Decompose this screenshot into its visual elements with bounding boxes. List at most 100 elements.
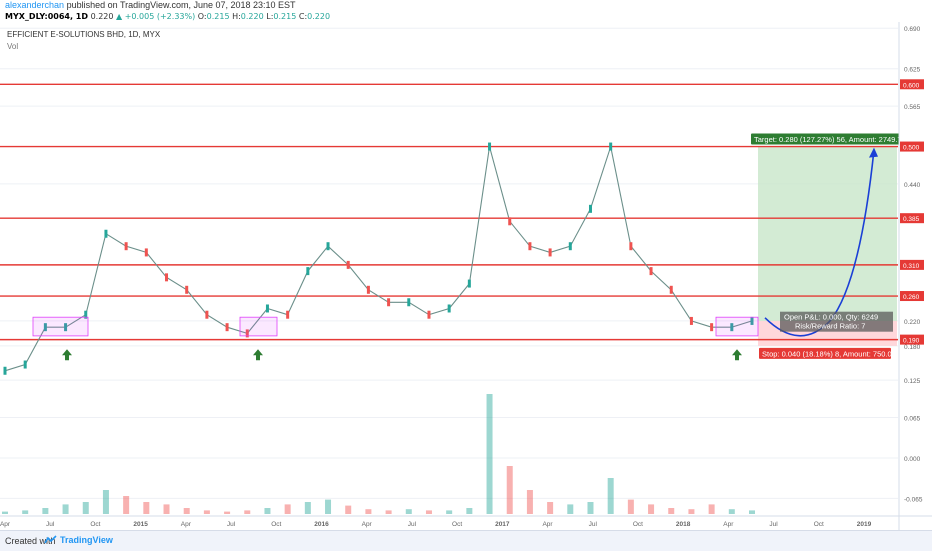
close-label: C:: [298, 12, 308, 21]
price-candle: [568, 242, 572, 251]
price-candle: [286, 310, 290, 319]
volume-bar: [728, 509, 735, 514]
volume-bar: [203, 510, 210, 514]
volume-bar: [425, 510, 432, 514]
price-candle: [447, 304, 451, 313]
price-candle: [649, 267, 653, 276]
volume-bar: [385, 510, 392, 514]
price-candle: [366, 285, 370, 294]
price-tick: 0.690: [904, 26, 921, 33]
vol-label: Vol: [7, 42, 18, 51]
high-label: H:: [232, 12, 241, 21]
chart-title: EFFICIENT E-SOLUTIONS BHD, 1D, MYX: [7, 30, 161, 39]
price-candle: [185, 285, 189, 294]
close-value: 0.220: [307, 12, 331, 21]
time-tick: Jul: [46, 521, 55, 528]
open-value: 0.215: [206, 12, 230, 21]
price-axis[interactable]: 0.690 0.625 0.565 0.440 0.220 0.180 0.125 0.065…: [898, 22, 932, 530]
consolidation-box: [32, 316, 89, 337]
volume-bar: [708, 504, 715, 514]
volume-bar: [648, 504, 655, 514]
price-candle: [548, 248, 552, 257]
volume-bar: [42, 508, 49, 514]
target-zone: [758, 146, 897, 321]
volume-bar: [466, 508, 473, 514]
price-candle: [205, 310, 209, 319]
volume-bar: [82, 502, 89, 514]
price-candle: [306, 267, 310, 276]
price-candle: [3, 366, 7, 375]
price-candle: [265, 304, 269, 313]
chart-header: alexanderchan published on TradingView.c…: [0, 0, 932, 22]
price-candle: [588, 204, 592, 213]
price-candle: [528, 242, 532, 251]
volume-bar: [446, 510, 453, 514]
price-candle: [669, 285, 673, 294]
volume-bar: [345, 505, 352, 514]
price-chart[interactable]: Target: 0.280 (127.27%) 56, Amount: 2749…: [0, 22, 932, 530]
tradingview-logo-icon: [44, 535, 57, 544]
price-candle: [689, 316, 693, 325]
price-candle: [508, 217, 512, 226]
price-candle: [124, 242, 128, 251]
volume-bar: [123, 496, 130, 514]
time-tick: Oct: [814, 521, 824, 528]
volume-bar: [587, 502, 594, 514]
time-tick: Apr: [542, 521, 553, 528]
level-tag-label: 0.385: [903, 216, 920, 223]
time-tick: Jul: [769, 521, 778, 528]
time-tick: Jul: [589, 521, 598, 528]
volume-bar: [224, 511, 231, 514]
price-tick: 0.625: [904, 67, 921, 74]
price-tick: 0.180: [904, 344, 921, 351]
volume-bar: [627, 499, 634, 514]
price-candle: [710, 323, 714, 332]
time-tick: 2015: [133, 521, 148, 528]
price-candle: [488, 142, 492, 151]
volume-bar: [22, 510, 29, 514]
level-tag-label: 0.190: [903, 338, 920, 345]
time-tick: Apr: [362, 521, 373, 528]
volume-bar: [183, 508, 190, 514]
ohlc-row: MYX_DLY:0064, 1D 0.220 ▲ +0.005 (+2.33%)…: [5, 11, 330, 22]
volume-bar: [284, 504, 291, 514]
price-tick: 0.065: [904, 415, 921, 422]
time-tick: 2016: [314, 521, 329, 528]
volume-bar: [749, 510, 755, 514]
price-candle: [225, 323, 229, 332]
volume-bar: [486, 394, 493, 514]
price-tick: 0.000: [904, 456, 921, 463]
time-tick: Jul: [408, 521, 417, 528]
volume-bar: [405, 509, 412, 514]
author-link[interactable]: alexanderchan: [5, 0, 64, 10]
time-tick: Oct: [633, 521, 643, 528]
level-tag-label: 0.310: [903, 263, 920, 270]
price-candle: [407, 298, 411, 307]
price-candle: [467, 279, 471, 288]
volume-bar: [102, 490, 109, 514]
time-tick: Apr: [723, 521, 734, 528]
price-candle: [346, 260, 350, 269]
level-tag-label: 0.260: [903, 294, 920, 301]
volume-bar: [325, 499, 332, 514]
price-change: ▲ +0.005 (+2.33%): [116, 12, 196, 21]
volume-bar: [506, 466, 513, 514]
volume-bar: [244, 510, 251, 514]
price-tick: 0.565: [904, 104, 921, 111]
volume-bar: [365, 509, 372, 514]
volume-bar: [688, 509, 695, 514]
time-tick: Apr: [0, 521, 11, 528]
volume-bar: [163, 504, 170, 514]
time-tick: 2019: [857, 521, 872, 528]
publish-text: published on TradingView.com, June 07, 2…: [66, 0, 296, 10]
price-candle: [629, 242, 633, 251]
time-tick: Oct: [271, 521, 281, 528]
price-candle: [427, 310, 431, 319]
price-candle: [104, 229, 108, 238]
price-tick: 0.125: [904, 378, 921, 385]
brand-link[interactable]: TradingView: [60, 535, 113, 545]
volume-bar: [62, 504, 69, 514]
time-tick: 2017: [495, 521, 510, 528]
price-candle: [23, 360, 27, 369]
open-label: O:: [197, 12, 207, 21]
